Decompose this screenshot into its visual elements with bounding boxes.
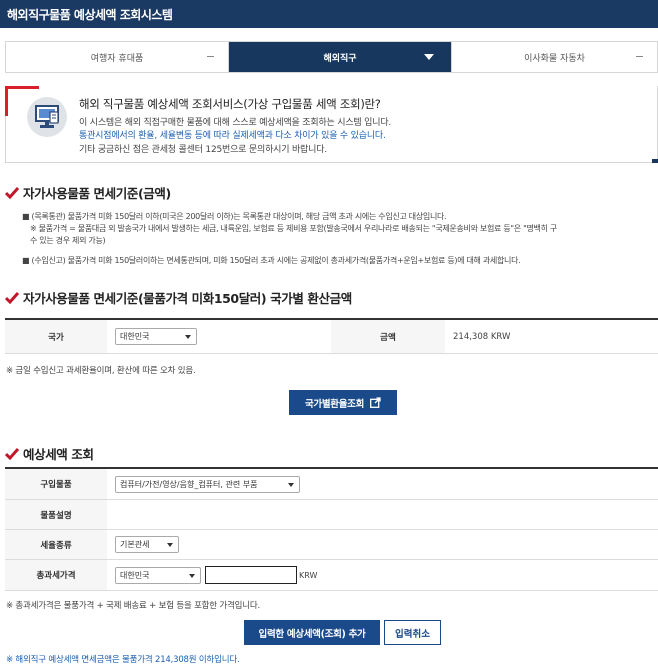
price-country-value: 대한민국 — [120, 570, 150, 580]
tab-label: 여행자 휴대품 — [90, 53, 144, 64]
info-line: 이 시스템은 해외 직접구매한 물품에 대해 스스로 예상세액을 조회하는 시스… — [79, 118, 392, 128]
bullet-note: ※ 물품가격 = 물품대금 외 발송국가 내에서 발생하는 세금, 내륙운임, … — [30, 224, 557, 233]
footer-prefix: ※ 해외직구 예상세액 면세금액은 — [6, 655, 122, 665]
accent-corner — [5, 86, 8, 116]
item-cell: 컴퓨터/가전/영상/음향_컴퓨터, 관련 부품 — [107, 469, 658, 499]
table-row: 국가 대한민국 금액 214,308 KRW — [5, 320, 658, 354]
info-heading: 해외 직구물품 예상세액 조회서비스(가상 구입물품 세액 조회)란? — [79, 97, 381, 111]
table-row: 물품설명 — [5, 500, 658, 530]
price-input[interactable] — [205, 566, 297, 584]
info-line: 기타 궁금하신 점은 관세청 콜센터 125번으로 문의하시기 바랍니다. — [79, 145, 327, 155]
info-box: 해외 직구물품 예상세액 조회서비스(가상 구입물품 세액 조회)란? 이 시스… — [5, 86, 658, 163]
chevron-down-icon — [167, 543, 173, 547]
tab-traveler[interactable]: 여행자 휴대품 — [6, 42, 229, 72]
chevron-down-icon — [288, 482, 294, 487]
exchange-rate-button[interactable]: 국가별환율조회 — [289, 390, 397, 415]
chevron-down-icon — [185, 335, 191, 339]
top-header-bar: 해외직구물품 예상세액 조회시스템 — [0, 0, 658, 28]
tax-type-cell: 기본관세 — [107, 530, 658, 559]
tab-label: 이사화물 자동차 — [524, 53, 585, 64]
minus-icon — [207, 56, 214, 57]
check-icon — [5, 291, 19, 304]
app-title: 해외직구물품 예상세액 조회시스템 — [7, 8, 173, 22]
info-line-highlight: 통관시점에서의 환율, 세율변동 등에 따라 실제세액과 다소 차이가 있을 수… — [79, 131, 386, 141]
cancel-input-button[interactable]: 입력취소 — [384, 620, 441, 645]
exchange-table: 국가 대한민국 금액 214,308 KRW — [5, 318, 658, 354]
accent-corner — [652, 159, 658, 163]
section-title-text: 자가사용물품 면세기준(물품가격 미화150달러) 국가별 환산금액 — [23, 291, 352, 306]
check-icon — [5, 186, 19, 199]
tax-type-select[interactable]: 기본관세 — [115, 536, 179, 553]
footer-amount: 물품가격 214,308 — [122, 655, 189, 665]
external-link-icon — [370, 397, 381, 408]
chevron-down-icon — [424, 54, 434, 60]
section-title-estimate: 예상세액 조회 — [5, 444, 94, 463]
tax-type-select-value: 기본관세 — [120, 540, 150, 549]
price-country-select[interactable]: 대한민국 — [115, 566, 201, 584]
description-cell — [107, 500, 658, 529]
tax-type-label: 세율종류 — [5, 530, 107, 559]
accent-corner — [5, 86, 39, 89]
footer-note: ※ 해외직구 예상세액 면세금액은 물품가격 214,308원 이하입니다. — [6, 653, 240, 665]
section-title-text: 예상세액 조회 — [23, 447, 94, 462]
country-cell: 대한민국 — [107, 320, 331, 353]
button-label: 국가별환율조회 — [304, 398, 365, 410]
add-estimate-button[interactable]: 입력한 예상세액(조회) 추가 — [244, 620, 380, 645]
bullet-text: ■ (목록통관) 물품가격 미화 150달러 이하(미국은 200달러 이하)는… — [22, 212, 447, 221]
amount-value: 214,308 KRW — [453, 331, 511, 342]
price-unit: KRW — [299, 570, 318, 580]
section-title-duty-free: 자가사용물품 면세기준(금액) — [5, 183, 171, 202]
table-row: 세율종류 기본관세 — [5, 530, 658, 560]
tab-label: 해외직구 — [323, 53, 357, 64]
price-label: 총과세가격 — [5, 560, 107, 590]
footer-suffix: 원 이하입니다. — [188, 655, 240, 665]
check-icon — [5, 447, 19, 460]
minus-icon — [636, 56, 643, 57]
country-label: 국가 — [5, 320, 107, 353]
category-tabs: 여행자 휴대품 해외직구 이사화물 자동차 — [5, 41, 658, 73]
price-cell: 대한민국 KRW — [107, 560, 658, 590]
table-row: 총과세가격 대한민국 KRW — [5, 560, 658, 591]
exchange-note: ※ 금일 수입신고 과세환율이며, 환산에 따른 오차 있음. — [6, 366, 196, 376]
section-title-exchange: 자가사용물품 면세기준(물품가격 미화150달러) 국가별 환산금액 — [5, 288, 352, 307]
item-select[interactable]: 컴퓨터/가전/영상/음향_컴퓨터, 관련 부품 — [115, 475, 300, 493]
table-row: 구입물품 컴퓨터/가전/영상/음향_컴퓨터, 관련 부품 — [5, 469, 658, 500]
tab-moving-cargo[interactable]: 이사화물 자동차 — [452, 42, 657, 72]
country-select-value: 대한민국 — [120, 332, 150, 341]
country-select[interactable]: 대한민국 — [115, 328, 197, 345]
item-select-value: 컴퓨터/가전/영상/음향_컴퓨터, 관련 부품 — [120, 479, 258, 489]
tab-overseas-direct[interactable]: 해외직구 — [229, 42, 452, 72]
bullet-note: 수 있는 경우 제외 가능) — [30, 236, 106, 245]
section-title-text: 자가사용물품 면세기준(금액) — [23, 186, 171, 201]
bullet-text: ■ (수입신고) 물품가격 미화 150달러이하는 면세통관되며, 미화 150… — [22, 256, 521, 265]
amount-label: 금액 — [331, 320, 445, 353]
item-label: 구입물품 — [5, 469, 107, 499]
description-label: 물품설명 — [5, 500, 107, 529]
chevron-down-icon — [189, 573, 195, 578]
price-note: ※ 총과세가격은 물품가격 + 국제 배송료 + 보험 등을 포함한 가격입니다… — [6, 601, 261, 611]
computer-icon — [27, 97, 67, 137]
estimate-table: 구입물품 컴퓨터/가전/영상/음향_컴퓨터, 관련 부품 물품설명 세율종류 기… — [5, 467, 658, 591]
